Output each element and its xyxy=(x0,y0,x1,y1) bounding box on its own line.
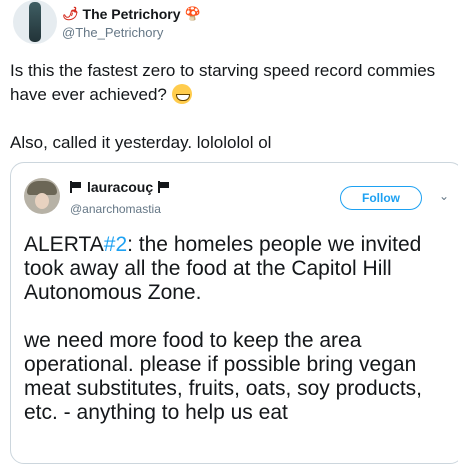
black-flag-icon xyxy=(158,181,170,193)
tweet-line1: Is this the fastest zero to starving spe… xyxy=(10,61,436,104)
quoted-tweet-card[interactable]: lauracouç @anarchomastia Follow ⌄ ALERTA… xyxy=(10,162,458,464)
quoted-paragraph-2: we need more food to keep the area opera… xyxy=(24,329,423,424)
quoted-author-name[interactable]: lauracouç xyxy=(87,179,153,195)
bottle-image xyxy=(29,2,41,42)
follow-button[interactable]: Follow xyxy=(340,186,422,210)
tweet-paragraph: Is this the fastest zero to starving spe… xyxy=(10,59,450,107)
hashtag-link[interactable]: #2 xyxy=(104,233,127,256)
author-name[interactable]: The Petrichory xyxy=(83,6,181,22)
author-name-row[interactable]: 🌶 The Petrichory 🍄 xyxy=(62,6,201,22)
quoted-paragraph-1: ALERTA#2: the homeles people we invited … xyxy=(24,233,454,305)
quoted-author-handle[interactable]: @anarchomastia xyxy=(70,202,161,216)
quoted-author-name-row[interactable]: lauracouç xyxy=(70,179,170,195)
face-image xyxy=(35,193,49,209)
author-avatar[interactable] xyxy=(13,0,57,44)
alert-word: ALERTA xyxy=(24,233,104,256)
chevron-down-icon[interactable]: ⌄ xyxy=(437,189,451,203)
author-handle[interactable]: @The_Petrichory xyxy=(62,25,163,40)
mushroom-icon: 🍄 xyxy=(184,6,201,21)
quoted-author-avatar[interactable] xyxy=(24,178,60,214)
tweet-body: Is this the fastest zero to starving spe… xyxy=(10,59,450,155)
tweet-paragraph-2: Also, called it yesterday. lolololol ol xyxy=(10,133,272,152)
black-flag-icon xyxy=(70,181,82,193)
quoted-tweet-body: ALERTA#2: the homeles people we invited … xyxy=(24,233,454,425)
hot-pepper-icon: 🌶 xyxy=(62,6,79,21)
grinning-face-with-sweat-icon xyxy=(171,84,192,104)
